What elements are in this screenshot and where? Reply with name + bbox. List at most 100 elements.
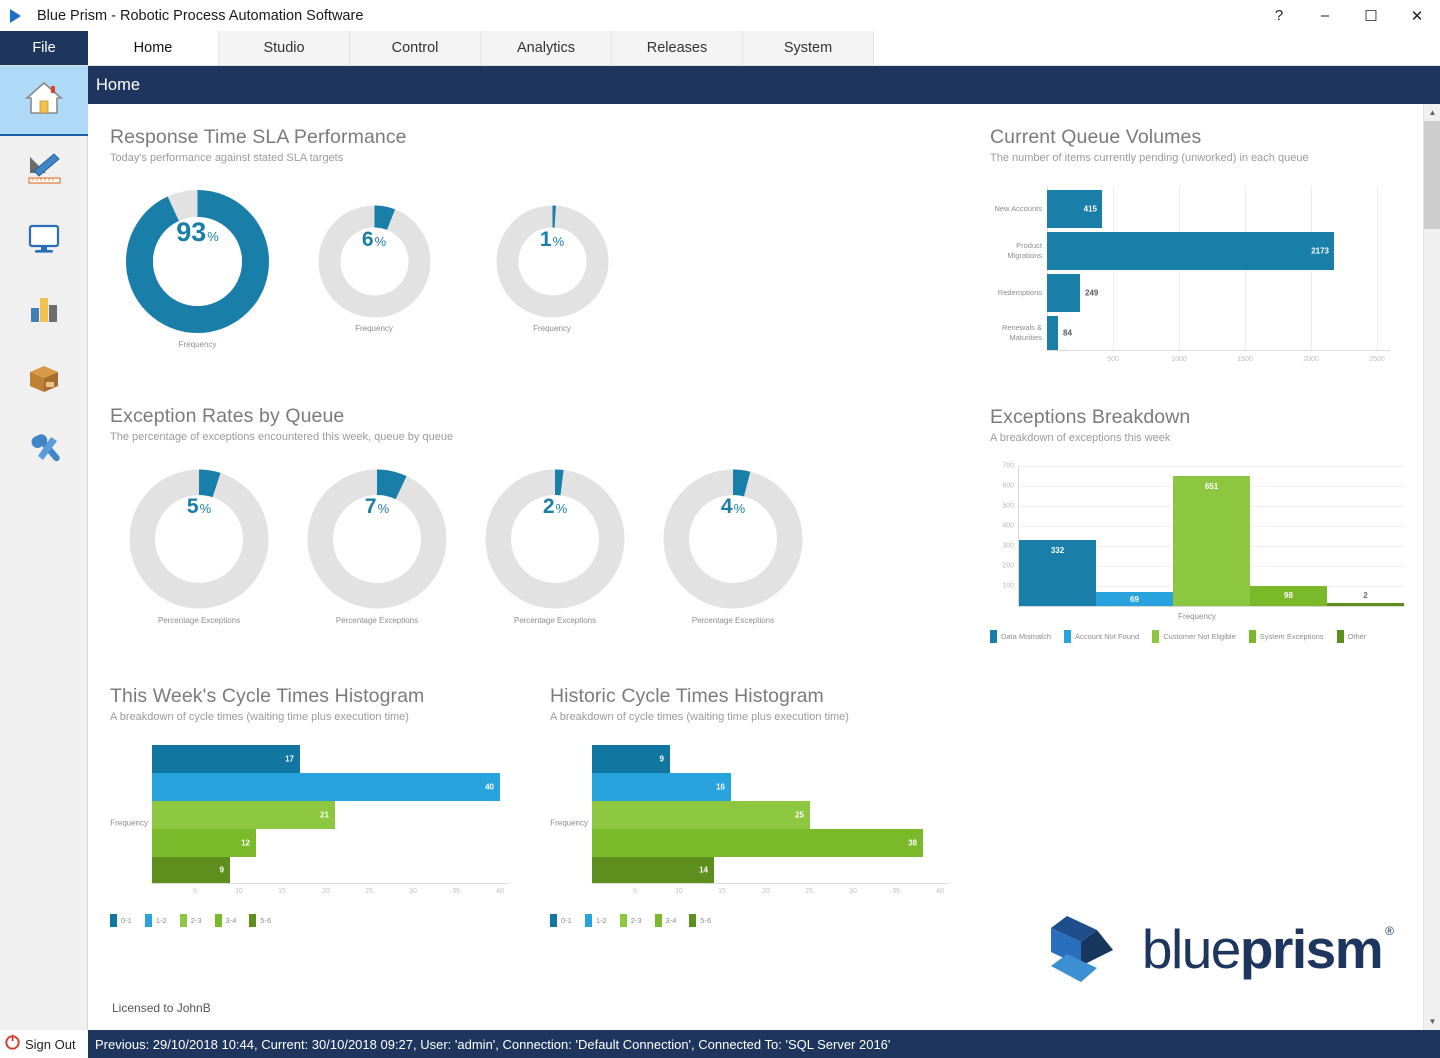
histogram-bar[interactable]: 14 xyxy=(592,857,714,883)
legend-item[interactable]: 0-1 xyxy=(550,914,572,927)
exceptions-breakdown-title: Exceptions Breakdown xyxy=(990,406,1410,429)
scrollbar-thumb[interactable] xyxy=(1424,121,1440,229)
sidebar-item-releases[interactable] xyxy=(0,346,88,416)
legend-swatch-icon xyxy=(689,914,696,927)
monitor-icon xyxy=(24,221,64,262)
legend-swatch-icon xyxy=(110,914,117,927)
x-tick: 1500 xyxy=(1237,356,1253,363)
queue-bar: 415 xyxy=(1047,190,1102,228)
tab-releases[interactable]: Releases xyxy=(612,31,743,65)
queue-bar-row[interactable]: Redemptions 249 xyxy=(990,274,1080,312)
histogram-bar[interactable]: 9 xyxy=(592,745,670,773)
legend-item[interactable]: 5-6 xyxy=(689,914,711,927)
historic-histogram-legend: 0-1 1-2 2-3 3-4 5-6 xyxy=(550,914,970,927)
scroll-up-arrow-icon[interactable]: ▲ xyxy=(1424,104,1440,121)
queue-bar-row[interactable]: New Accounts 415 xyxy=(990,190,1102,228)
close-button[interactable]: ✕ xyxy=(1394,0,1440,31)
help-button[interactable]: ? xyxy=(1256,0,1302,31)
histogram-bar[interactable]: 9 xyxy=(152,857,230,883)
histogram-bar[interactable]: 21 xyxy=(152,801,335,829)
panel-historic-histogram: Historic Cycle Times Histogram A breakdo… xyxy=(550,685,970,927)
legend-item[interactable]: Account Not Found xyxy=(1064,630,1139,643)
histogram-bar[interactable]: 17 xyxy=(152,745,300,773)
legend-item[interactable]: 2-3 xyxy=(620,914,642,927)
exception-column[interactable]: 2 xyxy=(1327,603,1404,606)
exception-column[interactable]: 98 xyxy=(1250,586,1327,606)
gauge-unit: % xyxy=(200,501,212,516)
exception-gauge-1[interactable]: 7 % Percentage Exceptions xyxy=(288,469,466,625)
sla-gauge-0[interactable]: 93 % Frequency xyxy=(110,190,285,349)
histogram-bar[interactable]: 16 xyxy=(592,773,731,801)
tab-studio[interactable]: Studio xyxy=(219,31,350,65)
sla-gauge-1[interactable]: 6 % Frequency xyxy=(285,190,463,349)
gauge-caption: Frequency xyxy=(179,340,217,349)
tab-analytics[interactable]: Analytics xyxy=(481,31,612,65)
tab-system[interactable]: System xyxy=(743,31,874,65)
exception-gauge-3[interactable]: 4 % Percentage Exceptions xyxy=(644,469,822,625)
queue-volumes-chart: New Accounts 415 Product Migrations 2173… xyxy=(990,186,1410,376)
queue-bar-row[interactable]: Renewals & Maturities 84 xyxy=(990,316,1058,350)
legend-label: 5-6 xyxy=(700,916,711,925)
queue-bar-label: Renewals & Maturities xyxy=(990,323,1042,343)
legend-item[interactable]: 1-2 xyxy=(585,914,607,927)
donut-chart: 93 % xyxy=(126,190,269,333)
x-tick: 30 xyxy=(409,888,417,895)
sidebar-item-analytics[interactable] xyxy=(0,276,88,346)
gauge-unit: % xyxy=(734,501,746,516)
maximize-button[interactable]: ☐ xyxy=(1348,0,1394,31)
legend-swatch-icon xyxy=(1152,630,1159,643)
histogram-bar-value: 21 xyxy=(320,811,329,820)
sidebar-item-studio[interactable] xyxy=(0,136,88,206)
exception-column[interactable]: 69 xyxy=(1096,592,1173,606)
gauge-value: 1 xyxy=(540,228,552,252)
legend-item[interactable]: 3-4 xyxy=(215,914,237,927)
donut-chart: 7 % xyxy=(307,469,447,609)
tab-control[interactable]: Control xyxy=(350,31,481,65)
legend-item[interactable]: Customer Not Eligible xyxy=(1152,630,1236,643)
studio-icon xyxy=(24,151,64,192)
y-tick: 400 xyxy=(990,523,1014,530)
exception-gauge-2[interactable]: 2 % Percentage Exceptions xyxy=(466,469,644,625)
exception-column[interactable]: 651 xyxy=(1173,476,1250,606)
exception-column[interactable]: 332 xyxy=(1019,540,1096,606)
legend-item[interactable]: Other xyxy=(1337,630,1367,643)
legend-item[interactable]: 5-6 xyxy=(249,914,271,927)
sidebar-item-control[interactable] xyxy=(0,206,88,276)
historic-histogram-subtitle: A breakdown of cycle times (waiting time… xyxy=(550,711,970,723)
histogram-bar[interactable]: 38 xyxy=(592,829,923,857)
legend-item[interactable]: 1-2 xyxy=(145,914,167,927)
donut-chart: 1 % xyxy=(496,205,609,318)
histogram-bar-value: 9 xyxy=(660,755,664,764)
minimize-button[interactable]: – xyxy=(1302,0,1348,31)
legend-item[interactable]: 3-4 xyxy=(655,914,677,927)
sidebar-item-home[interactable] xyxy=(0,66,88,136)
sidebar-item-system[interactable] xyxy=(0,416,88,486)
vertical-scrollbar[interactable]: ▲ ▼ xyxy=(1423,104,1440,1030)
legend-item[interactable]: Data Mismatch xyxy=(990,630,1051,643)
exception-gauge-0[interactable]: 5 % Percentage Exceptions xyxy=(110,469,288,625)
status-bar: Sign Out Previous: 29/10/2018 10:44, Cur… xyxy=(0,1030,1440,1058)
queue-bar: 2173 xyxy=(1047,232,1334,270)
exceptions-breakdown-chart: 700 600 500 400 300 200 100 332 69 651 xyxy=(990,466,1404,618)
legend-label: 0-1 xyxy=(121,916,132,925)
connection-status-text: Previous: 29/10/2018 10:44, Current: 30/… xyxy=(88,1030,1440,1058)
y-tick: 100 xyxy=(990,583,1014,590)
tab-file[interactable]: File xyxy=(0,31,88,65)
legend-item[interactable]: System Exceptions xyxy=(1249,630,1324,643)
sign-out-button[interactable]: Sign Out xyxy=(0,1030,88,1058)
histogram-bar-value: 16 xyxy=(716,783,725,792)
scroll-down-arrow-icon[interactable]: ▼ xyxy=(1424,1013,1440,1030)
histogram-bar[interactable]: 25 xyxy=(592,801,810,829)
legend-item[interactable]: 0-1 xyxy=(110,914,132,927)
queue-bar-row[interactable]: Product Migrations 2173 xyxy=(990,232,1334,270)
x-tick: 2000 xyxy=(1303,356,1319,363)
sla-gauge-2[interactable]: 1 % Frequency xyxy=(463,190,641,349)
legend-item[interactable]: 2-3 xyxy=(180,914,202,927)
blueprism-brand-logo: blueprism ® xyxy=(1037,910,1394,988)
blue-prism-logo-icon xyxy=(9,8,31,24)
histogram-bar[interactable]: 12 xyxy=(152,829,256,857)
tab-home[interactable]: Home xyxy=(88,31,219,65)
histogram-bar[interactable]: 40 xyxy=(152,773,500,801)
exceptions-breakdown-subtitle: A breakdown of exceptions this week xyxy=(990,432,1410,444)
queue-bar-value: 84 xyxy=(1063,329,1072,338)
